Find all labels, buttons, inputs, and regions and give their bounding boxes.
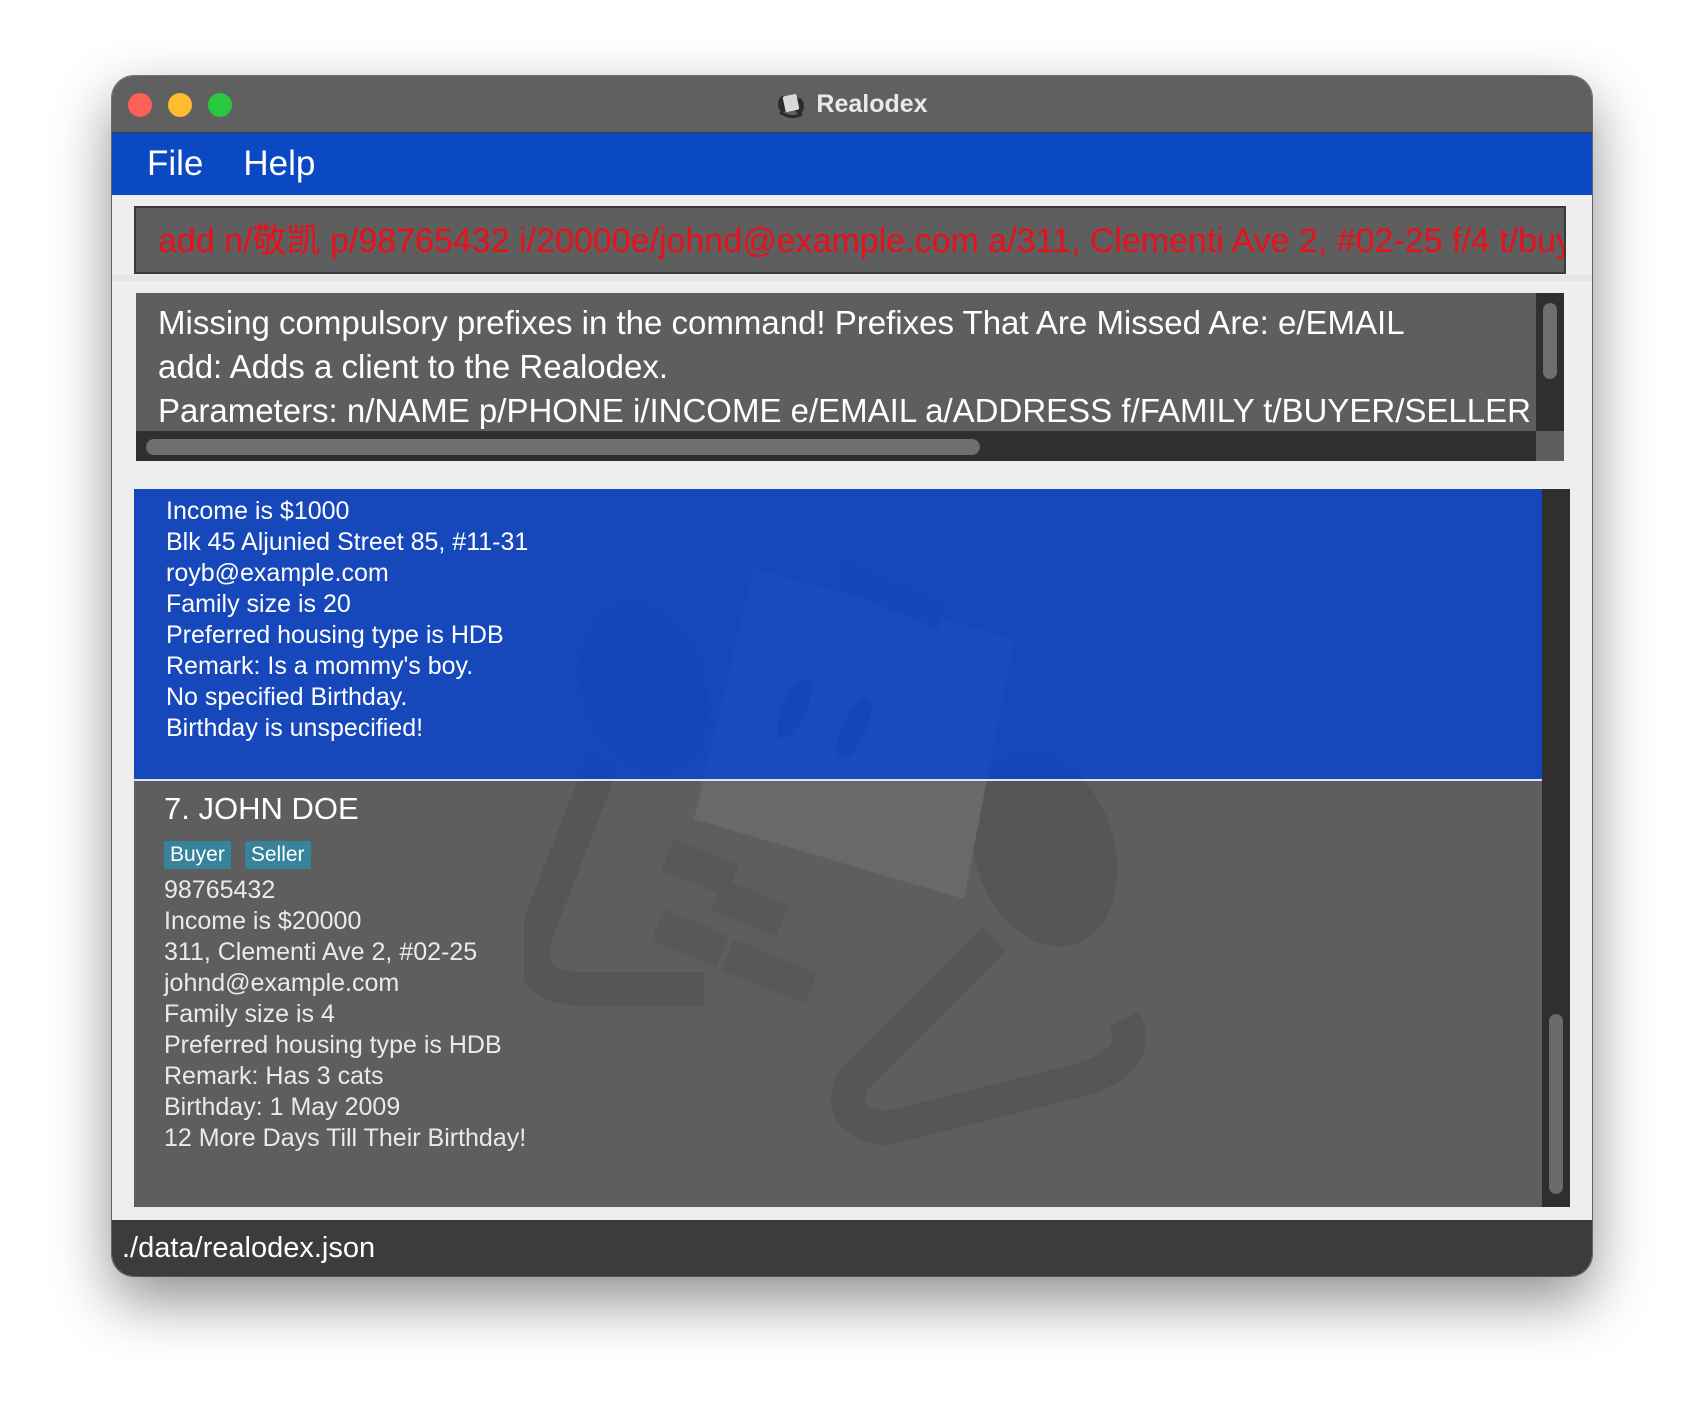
person-tags: Buyer Seller [164,841,311,869]
person-card[interactable]: 7. JOHN DOE Buyer Seller 98765432 Income… [134,781,1542,1207]
command-input[interactable]: add n/敬凯 p/98765432 i/20000e/johnd@examp… [134,206,1566,274]
person-index: 7. [164,791,190,826]
app-window: Realodex File Help add n/敬凯 p/98765432 i… [112,76,1592,1276]
person-list[interactable]: Income is $1000 Blk 45 Aljunied Street 8… [134,489,1570,1207]
result-text: Missing compulsory prefixes in the comma… [158,301,1564,433]
person-address: Blk 45 Aljunied Street 85, #11-31 [166,528,529,556]
person-housing-type: Preferred housing type is HDB [166,621,504,649]
person-address: 311, Clementi Ave 2, #02-25 [164,938,478,966]
rolodex-icon [776,90,806,119]
command-input-text[interactable]: add n/敬凯 p/98765432 i/20000e/johnd@examp… [158,208,1564,272]
person-income: Income is $1000 [166,497,350,525]
result-horizontal-scroll-thumb[interactable] [146,439,980,455]
window-title: Realodex [816,89,928,118]
result-vertical-scrollbar[interactable] [1536,293,1564,431]
menu-help[interactable]: Help [243,144,315,184]
person-remark: Remark: Is a mommy's boy. [166,652,474,680]
menu-file[interactable]: File [147,144,203,184]
result-line: Missing compulsory prefixes in the comma… [158,304,1405,341]
person-income: Income is $20000 [164,907,362,935]
person-list-vertical-scrollbar[interactable] [1542,489,1570,1207]
person-list-scroll-thumb[interactable] [1549,1014,1563,1194]
person-family-size: Family size is 4 [164,1000,335,1028]
person-email: royb@example.com [166,559,389,587]
person-birthday: No specified Birthday. [166,683,408,711]
person-card-header: 7. JOHN DOE [164,791,359,827]
person-birthday-countdown: 12 More Days Till Their Birthday! [164,1124,527,1152]
tag-buyer: Buyer [164,841,231,869]
result-line: Parameters: n/NAME p/PHONE i/INCOME e/EM… [158,392,1564,429]
result-area: Missing compulsory prefixes in the comma… [112,281,1592,477]
result-display[interactable]: Missing compulsory prefixes in the comma… [136,293,1564,461]
menu-bar: File Help [112,133,1592,195]
result-line: add: Adds a client to the Realodex. [158,348,669,385]
person-family-size: Family size is 20 [166,590,351,618]
person-email: johnd@example.com [164,969,400,997]
person-housing-type: Preferred housing type is HDB [164,1031,502,1059]
command-area: add n/敬凯 p/98765432 i/20000e/johnd@examp… [112,195,1592,275]
status-bar: ./data/realodex.json [112,1220,1592,1276]
result-vertical-scroll-thumb[interactable] [1543,303,1557,379]
person-card-selected[interactable]: Income is $1000 Blk 45 Aljunied Street 8… [134,489,1542,781]
title-bar[interactable]: Realodex [112,76,1592,133]
person-phone: 98765432 [164,876,276,904]
person-list-area: Income is $1000 Blk 45 Aljunied Street 8… [112,477,1592,1220]
data-file-path: ./data/realodex.json [122,1232,376,1264]
window-title-container: Realodex [112,76,1592,132]
tag-seller: Seller [244,841,311,869]
result-horizontal-scrollbar[interactable] [136,431,1536,461]
person-remark: Remark: Has 3 cats [164,1062,384,1090]
person-name: JOHN DOE [198,791,359,826]
person-birthday: Birthday: 1 May 2009 [164,1093,401,1121]
person-birthday-countdown: Birthday is unspecified! [166,714,424,742]
